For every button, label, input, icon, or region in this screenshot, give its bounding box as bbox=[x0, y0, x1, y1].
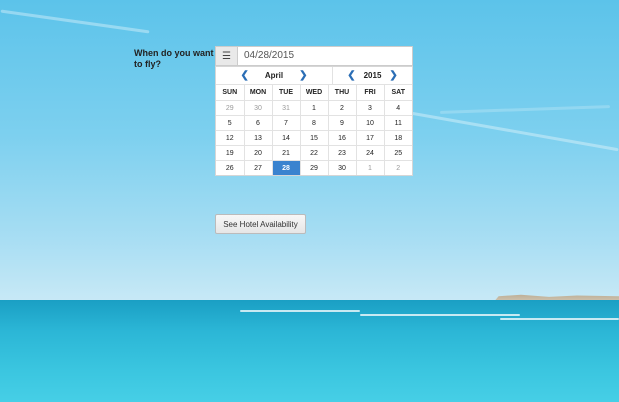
weekday-header: SUN bbox=[216, 85, 245, 101]
next-month-chevron-icon[interactable]: ❯ bbox=[299, 70, 307, 81]
calendar-day[interactable]: 17 bbox=[355, 130, 385, 146]
year-label: 2015 bbox=[363, 71, 382, 80]
calendar-day[interactable]: 2 bbox=[327, 100, 357, 116]
calendar-day[interactable]: 20 bbox=[243, 145, 273, 161]
calendar-day[interactable]: 12 bbox=[216, 130, 245, 146]
wave bbox=[360, 314, 520, 316]
calendar-day[interactable]: 19 bbox=[216, 145, 245, 161]
calendar-day[interactable]: 8 bbox=[299, 115, 329, 131]
next-year-chevron-icon[interactable]: ❯ bbox=[389, 70, 397, 81]
calendar-day[interactable]: 26 bbox=[216, 160, 245, 175]
prev-year-chevron-icon[interactable]: ❮ bbox=[347, 70, 355, 81]
calendar-day[interactable]: 7 bbox=[271, 115, 301, 131]
calendar-day[interactable]: 18 bbox=[383, 130, 412, 146]
calendar-day-selected[interactable]: 28 bbox=[271, 160, 301, 175]
sea bbox=[0, 300, 619, 402]
calendar-day[interactable]: 27 bbox=[243, 160, 273, 175]
calendar-day[interactable]: 30 bbox=[243, 100, 273, 116]
weekday-header: THU bbox=[327, 85, 357, 101]
calendar-day[interactable]: 5 bbox=[216, 115, 245, 131]
weekday-header: SAT bbox=[383, 85, 412, 101]
calendar-day[interactable]: 29 bbox=[216, 100, 245, 116]
calendar-day[interactable]: 22 bbox=[299, 145, 329, 161]
calendar-day[interactable]: 16 bbox=[327, 130, 357, 146]
calendar-week-row: 29 30 31 1 2 3 4 bbox=[216, 100, 412, 116]
calendar-day[interactable]: 23 bbox=[327, 145, 357, 161]
calendar-day[interactable]: 2 bbox=[383, 160, 412, 175]
calendar-day[interactable]: 9 bbox=[327, 115, 357, 131]
calendar-week-row: 5 6 7 8 9 10 11 bbox=[216, 115, 412, 131]
weekday-header: TUE bbox=[271, 85, 301, 101]
calendar-day[interactable]: 14 bbox=[271, 130, 301, 146]
calendar-day[interactable]: 3 bbox=[355, 100, 385, 116]
question-label: When do you want to fly? bbox=[134, 48, 214, 69]
weekday-header: FRI bbox=[355, 85, 385, 101]
cloud-streak bbox=[411, 111, 619, 152]
date-input[interactable]: ☰ 04/28/2015 bbox=[215, 46, 413, 66]
calendar-day[interactable]: 21 bbox=[271, 145, 301, 161]
cloud-streak bbox=[439, 105, 611, 114]
calendar-grid: SUN MON TUE WED THU FRI SAT 29 30 31 1 2 3 4 5 6 7 8 9 10 1… bbox=[216, 85, 412, 175]
calendar-day[interactable]: 1 bbox=[355, 160, 385, 175]
calendar-day[interactable]: 1 bbox=[299, 100, 329, 116]
month-selector: ❮ April ❯ bbox=[216, 67, 333, 84]
weekday-header: MON bbox=[243, 85, 273, 101]
calendar-day[interactable]: 31 bbox=[271, 100, 301, 116]
calendar-week-row: 12 13 14 15 16 17 18 bbox=[216, 130, 412, 146]
calendar-week-row: 26 27 28 29 30 1 2 bbox=[216, 160, 412, 175]
calendar-day[interactable]: 6 bbox=[243, 115, 273, 131]
see-hotel-availability-button[interactable]: See Hotel Availability bbox=[215, 214, 306, 234]
calendar-day[interactable]: 29 bbox=[299, 160, 329, 175]
calendar-day[interactable]: 30 bbox=[327, 160, 357, 175]
calendar-day[interactable]: 24 bbox=[355, 145, 385, 161]
calendar-day[interactable]: 15 bbox=[299, 130, 329, 146]
prev-month-chevron-icon[interactable]: ❮ bbox=[240, 70, 248, 81]
date-picker: ❮ April ❯ ❮ 2015 ❯ SUN MON TUE WED THU FRI SAT… bbox=[215, 66, 413, 176]
date-picker-header: ❮ April ❯ ❮ 2015 ❯ bbox=[216, 67, 412, 85]
month-label: April bbox=[264, 71, 284, 80]
weekday-header: WED bbox=[299, 85, 329, 101]
calendar-day[interactable]: 11 bbox=[383, 115, 412, 131]
date-value[interactable]: 04/28/2015 bbox=[238, 47, 294, 65]
wave bbox=[240, 310, 360, 312]
calendar-day[interactable]: 4 bbox=[383, 100, 412, 116]
calendar-day[interactable]: 25 bbox=[383, 145, 412, 161]
wave bbox=[500, 318, 619, 320]
calendar-day[interactable]: 10 bbox=[355, 115, 385, 131]
calendar-day[interactable]: 13 bbox=[243, 130, 273, 146]
calendar-icon[interactable]: ☰ bbox=[216, 47, 238, 65]
cloud-streak bbox=[0, 9, 150, 34]
year-selector: ❮ 2015 ❯ bbox=[333, 67, 412, 84]
calendar-week-row: 19 20 21 22 23 24 25 bbox=[216, 145, 412, 161]
